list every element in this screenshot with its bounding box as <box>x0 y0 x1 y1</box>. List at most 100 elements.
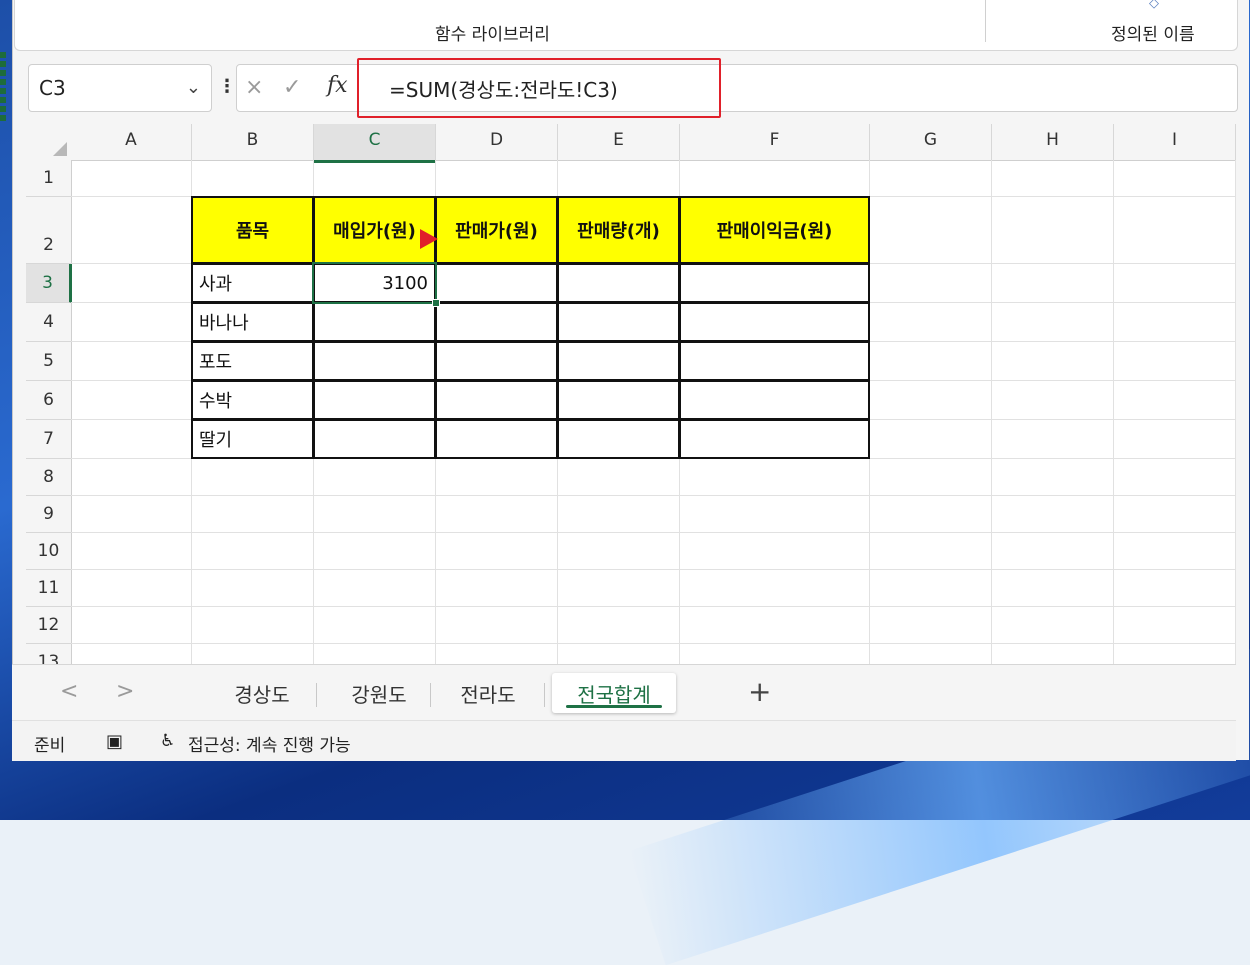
table-cell[interactable] <box>557 380 680 420</box>
tab-gangwondo[interactable]: 강원도 <box>324 673 434 713</box>
row-header-8[interactable]: 8 <box>26 459 72 496</box>
table-cell[interactable] <box>435 341 558 381</box>
row-header-7[interactable]: 7 <box>26 420 72 459</box>
spreadsheet-grid[interactable]: A B C D E F G H I 1 2 3 4 5 6 7 8 9 10 11 12 13 품목 매입가(원) 판매가(원)… <box>26 124 1236 664</box>
table-cell[interactable] <box>557 419 680 459</box>
cell-c3[interactable]: 3100 <box>313 263 436 303</box>
formula-area: × ✓ fx <box>236 64 1250 112</box>
enter-icon[interactable]: ✓ <box>283 75 301 100</box>
ribbon-group-function-library: 함수 라이브러리 <box>435 25 550 45</box>
name-box-value: C3 <box>39 76 66 100</box>
column-header-i[interactable]: I <box>1114 124 1236 161</box>
row-header-1[interactable]: 1 <box>26 160 72 197</box>
chevron-down-icon[interactable]: ⌄ <box>186 77 201 98</box>
row-header-12[interactable]: 12 <box>26 607 72 644</box>
row-header-13[interactable]: 13 <box>26 644 72 664</box>
table-header-cell[interactable]: 판매가(원) <box>435 196 558 264</box>
table-header-cell[interactable]: 매입가(원) <box>313 196 436 264</box>
column-header-d[interactable]: D <box>436 124 558 161</box>
prev-sheet-icon[interactable]: < <box>60 679 78 704</box>
column-header-h[interactable]: H <box>992 124 1114 161</box>
tab-national-total[interactable]: 전국합계 <box>552 673 676 713</box>
table-cell[interactable] <box>435 419 558 459</box>
gridline-vertical <box>991 160 992 664</box>
table-header-cell[interactable]: 판매량(개) <box>557 196 680 264</box>
table-cell[interactable] <box>557 302 680 342</box>
table-cell[interactable] <box>313 341 436 381</box>
column-header-e[interactable]: E <box>558 124 680 161</box>
status-bar: 준비 ▣ ♿ 접근성: 계속 진행 가능 <box>12 720 1236 761</box>
table-header-cell[interactable]: 판매이익금(원) <box>679 196 870 264</box>
more-options-icon[interactable]: ⋮ <box>218 76 236 97</box>
item-name-cell[interactable]: 포도 <box>191 341 314 381</box>
gridline-vertical <box>1113 160 1114 664</box>
fill-handle[interactable] <box>432 299 440 307</box>
name-manager-icon[interactable]: ◇ <box>1149 0 1159 11</box>
cancel-icon[interactable]: × <box>245 75 263 100</box>
formula-input[interactable] <box>369 68 1250 108</box>
table-cell[interactable] <box>313 419 436 459</box>
table-cell[interactable] <box>435 263 558 303</box>
row-header-4[interactable]: 4 <box>26 303 72 342</box>
column-header-a[interactable]: A <box>71 124 192 161</box>
item-name-cell[interactable]: 바나나 <box>191 302 314 342</box>
gridline-horizontal <box>71 569 1236 570</box>
tab-separator <box>316 683 317 707</box>
table-cell[interactable] <box>679 302 870 342</box>
formula-bar: C3 ⌄ ⋮ × ✓ fx <box>12 64 1250 112</box>
table-cell[interactable] <box>679 380 870 420</box>
ribbon-separator <box>985 0 986 42</box>
table-header-cell[interactable]: 품목 <box>191 196 314 264</box>
table-cell[interactable] <box>679 341 870 381</box>
status-accessibility[interactable]: 접근성: 계속 진행 가능 <box>188 731 351 756</box>
gridline-horizontal <box>71 532 1236 533</box>
tab-label: 전국합계 <box>577 682 651 707</box>
row-header-6[interactable]: 6 <box>26 381 72 420</box>
accessibility-icon[interactable]: ♿ <box>160 731 175 751</box>
ribbon: 함수 라이브러리 정의된 이름 ◇ <box>14 0 1238 51</box>
tab-separator <box>430 683 431 707</box>
column-header-c[interactable]: C <box>314 124 436 163</box>
name-box[interactable]: C3 ⌄ <box>28 64 212 112</box>
gridline-horizontal <box>71 495 1236 496</box>
select-all-corner[interactable] <box>26 124 72 161</box>
row-header-2[interactable]: 2 <box>26 197 72 264</box>
table-cell[interactable] <box>557 263 680 303</box>
item-name-cell[interactable]: 수박 <box>191 380 314 420</box>
table-cell[interactable] <box>557 341 680 381</box>
row-header-9[interactable]: 9 <box>26 496 72 533</box>
row-header-5[interactable]: 5 <box>26 342 72 381</box>
sheet-tab-bar: < > 경상도 강원도 전라도 전국합계 + <box>12 664 1236 721</box>
copy-marquee-indicator <box>0 52 6 124</box>
table-cell[interactable] <box>313 302 436 342</box>
column-header-g[interactable]: G <box>870 124 992 161</box>
tab-separator <box>544 683 545 707</box>
item-name-cell[interactable]: 사과 <box>191 263 314 303</box>
tab-label: 전라도 <box>460 682 516 707</box>
item-name-cell[interactable]: 딸기 <box>191 419 314 459</box>
tab-label: 강원도 <box>351 682 407 707</box>
table-cell[interactable] <box>679 419 870 459</box>
table-cell[interactable] <box>313 380 436 420</box>
tab-label: 경상도 <box>234 682 290 707</box>
macro-record-icon[interactable]: ▣ <box>106 731 123 752</box>
ribbon-group-defined-names: 정의된 이름 <box>1111 25 1195 45</box>
next-sheet-icon[interactable]: > <box>116 679 134 704</box>
tab-jeollado[interactable]: 전라도 <box>438 673 538 713</box>
column-header-b[interactable]: B <box>192 124 314 161</box>
table-cell[interactable] <box>679 263 870 303</box>
status-ready: 준비 <box>34 736 66 756</box>
row-header-11[interactable]: 11 <box>26 570 72 607</box>
row-header-10[interactable]: 10 <box>26 533 72 570</box>
table-cell[interactable] <box>435 302 558 342</box>
insert-function-icon[interactable]: fx <box>327 73 348 98</box>
column-header-f[interactable]: F <box>680 124 870 161</box>
row-header-3[interactable]: 3 <box>26 264 72 303</box>
active-tab-underline <box>566 705 662 708</box>
table-cell[interactable] <box>435 380 558 420</box>
add-sheet-button[interactable]: + <box>748 675 771 708</box>
tab-gyeongsangdo[interactable]: 경상도 <box>212 673 312 713</box>
annotation-arrow-icon <box>420 229 438 249</box>
gridline-vertical <box>1235 160 1236 664</box>
gridline-horizontal <box>71 606 1236 607</box>
